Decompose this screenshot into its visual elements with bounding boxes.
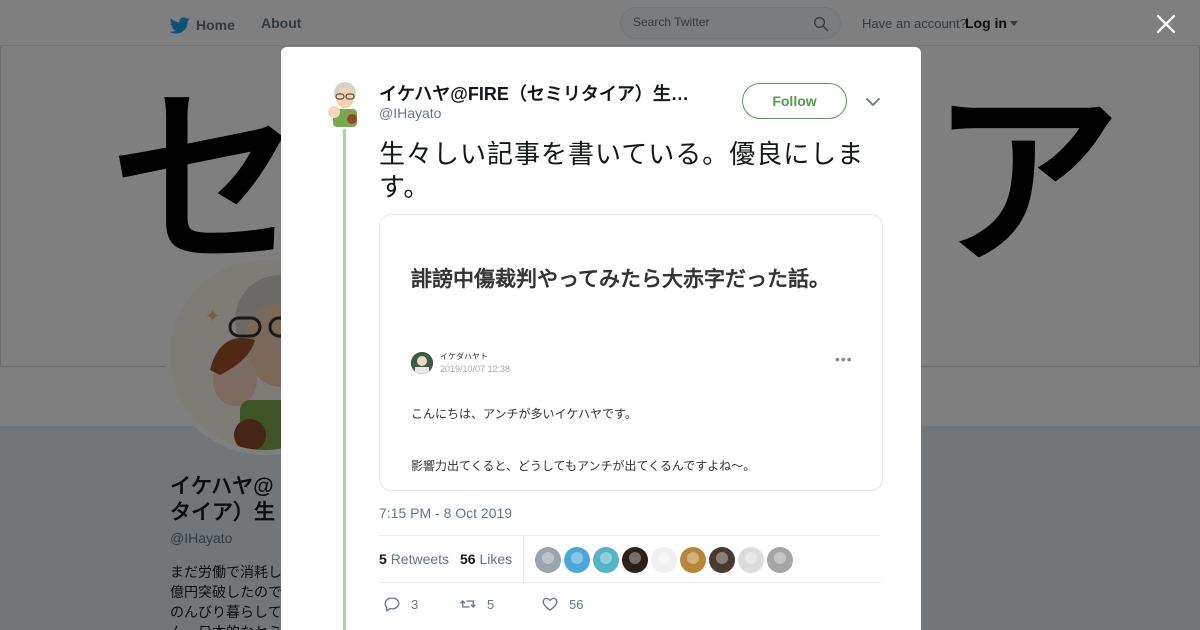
likes-label: Likes — [479, 551, 513, 567]
liker-face-icon — [629, 552, 641, 564]
liker-face-icon — [571, 552, 583, 564]
liker-avatar-2[interactable] — [564, 547, 590, 573]
liker-face-icon — [542, 552, 554, 564]
tweet-author-name[interactable]: イケハヤ@FIRE（セミリタイア）生… — [379, 80, 694, 106]
liker-avatar-9[interactable] — [767, 547, 793, 573]
liker-face-icon — [658, 552, 670, 564]
like-button[interactable]: 56 — [541, 595, 583, 613]
retweet-icon — [460, 600, 476, 608]
link-card[interactable]: 誹謗中傷裁判やってみたら大赤字だった話。 イケダハヤト 2019/10/07 1… — [379, 214, 883, 491]
liker-avatar-8[interactable] — [738, 547, 764, 573]
retweets-stat[interactable]: 5 Retweets — [379, 551, 449, 567]
card-author-avatar-icon — [411, 352, 433, 374]
liker-face-icon — [687, 552, 699, 564]
liker-face-icon — [716, 552, 728, 564]
reply-button[interactable]: 3 — [383, 595, 418, 613]
retweet-button[interactable]: 5 — [459, 595, 494, 613]
thread-line — [343, 129, 346, 630]
liker-face-icon — [774, 552, 786, 564]
card-date: 2019/10/07 12:38 — [440, 364, 511, 374]
liker-face-icon — [600, 552, 612, 564]
tweet-actions: 3 5 56 — [379, 591, 881, 619]
likers-list — [535, 547, 793, 573]
close-icon[interactable] — [1154, 12, 1178, 36]
tweet-stats: 5 Retweets 56 Likes — [379, 535, 881, 583]
liker-avatar-6[interactable] — [680, 547, 706, 573]
card-paragraph: こんにちは、アンチが多いイケハヤです。 — [411, 407, 637, 421]
card-title: 誹謗中傷裁判やってみたら大赤字だった話。 — [411, 267, 830, 291]
like-action-count: 56 — [569, 596, 584, 612]
card-paragraph: 影響力出てくると、どうしてもアンチが出てくるんですよね〜。 — [411, 459, 756, 473]
tweet-text: 生々しい記事を書いている。優良にします。 — [379, 140, 865, 203]
retweets-label: Retweets — [390, 551, 450, 567]
likes-count: 56 — [460, 551, 476, 567]
liker-avatar-3[interactable] — [593, 547, 619, 573]
follow-button[interactable]: Follow — [742, 83, 847, 119]
liker-avatar-5[interactable] — [651, 547, 677, 573]
retweet-action-count: 5 — [487, 596, 495, 612]
card-author: イケダハヤト — [440, 352, 488, 361]
more-dots-icon: ••• — [835, 351, 853, 367]
card-author-avatar — [411, 352, 433, 374]
liker-avatar-7[interactable] — [709, 547, 735, 573]
tweet-modal: イケハヤ@FIRE（セミリタイア）生… @IHayato Follow 生々しい… — [281, 47, 921, 630]
heart-icon — [542, 597, 558, 611]
author-avatar[interactable] — [325, 79, 363, 127]
reply-count: 3 — [411, 596, 419, 612]
liker-face-icon — [745, 552, 757, 564]
retweets-count: 5 — [379, 551, 387, 567]
tweet-timestamp[interactable]: 7:15 PM - 8 Oct 2019 — [379, 505, 512, 521]
stats-divider — [523, 536, 524, 583]
likes-stat[interactable]: 56 Likes — [460, 551, 512, 567]
chevron-down-icon[interactable] — [865, 94, 881, 110]
liker-avatar-4[interactable] — [622, 547, 648, 573]
reply-icon — [384, 597, 400, 612]
tweet-author-handle[interactable]: @IHayato — [379, 105, 441, 121]
liker-avatar-1[interactable] — [535, 547, 561, 573]
